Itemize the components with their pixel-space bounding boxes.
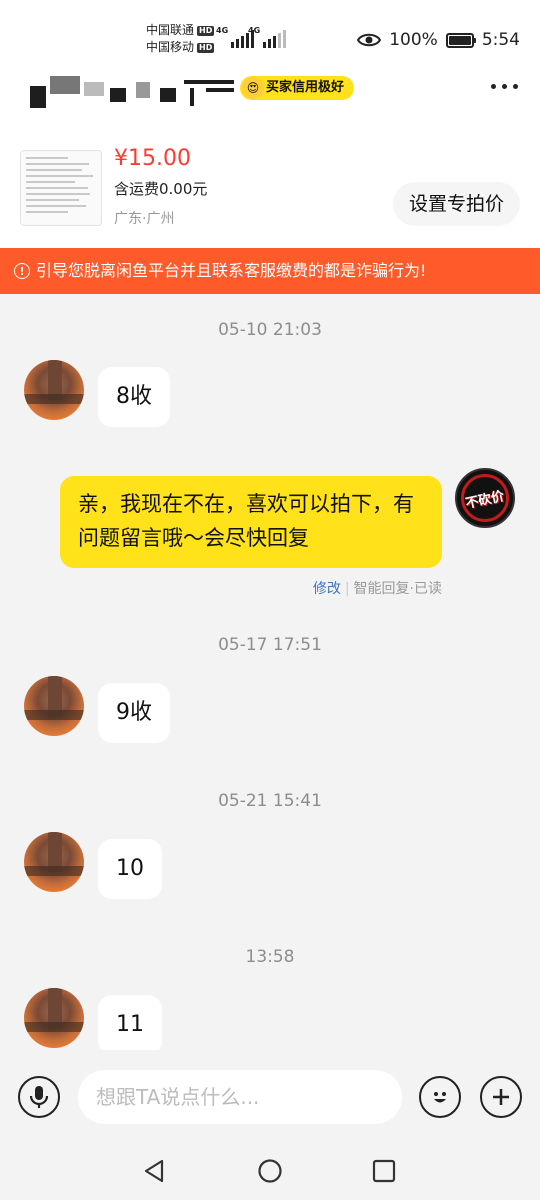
back-icon[interactable] [142,1158,166,1184]
contact-avatar[interactable] [24,676,84,736]
hd-badge: HD [197,25,215,36]
credit-badge: 😍 买家信用极好 [240,76,355,100]
timestamp: 05-10 21:03 [218,320,322,340]
input-bar: 想跟TA说点什么... [0,1050,540,1146]
contact-avatar[interactable] [24,360,84,420]
message-meta: 修改 | 智能回复·已读 [312,581,442,597]
carrier-1: 中国联通 [146,23,195,37]
chat-header: 😍 买家信用极好 [0,64,540,122]
signal-icon: 4G [248,26,287,48]
microphone-icon[interactable] [18,1076,60,1118]
product-card[interactable]: ¥15.00 含运费0.00元 广东·广州 设置专拍价 [0,122,540,248]
recents-icon[interactable] [372,1159,396,1183]
carrier-2: 中国移动 [146,40,195,54]
incoming-message: 10 [98,839,162,899]
smile-icon: 😍 [242,77,264,99]
warning-text: 引导您脱离闲鱼平台并且联系客服缴费的都是诈骗行为! [36,261,427,280]
set-price-button[interactable]: 设置专拍价 [392,182,520,226]
contact-name-redacted [30,74,236,110]
eye-icon [357,33,382,47]
timestamp: 05-17 17:51 [218,635,322,655]
fraud-warning-banner: ! 引导您脱离闲鱼平台并且联系客服缴费的都是诈骗行为! [0,248,540,294]
incoming-message: 8收 [98,367,170,427]
status-bar: 中国联通 HD 中国移动 HD 4G 4G 100% 5:54 [0,0,540,64]
warning-icon: ! [14,263,30,279]
system-nav-bar [0,1146,540,1200]
read-status: 智能回复·已读 [353,581,442,597]
outgoing-message: 亲，我现在不在，喜欢可以拍下，有问题留言哦～会尽快回复 [60,476,442,568]
timestamp: 05-21 15:41 [218,791,322,811]
clock: 5:54 [481,30,520,50]
plus-icon[interactable] [480,1076,522,1118]
chat-messages[interactable]: 05-10 21:03 8收 亲，我现在不在，喜欢可以拍下，有问题留言哦～会尽快… [0,294,540,1055]
product-thumbnail[interactable] [20,150,102,226]
edit-link[interactable]: 修改 [313,581,341,597]
credit-badge-label: 买家信用极好 [266,80,345,95]
timestamp: 13:58 [245,947,295,967]
product-price: ¥15.00 [114,146,191,171]
message-input[interactable]: 想跟TA说点什么... [78,1070,402,1124]
home-icon[interactable] [257,1158,283,1184]
contact-avatar[interactable] [24,832,84,892]
more-dots-icon[interactable] [491,84,518,89]
shipping-fee: 含运费0.00元 [114,180,208,198]
hd-badge: HD [197,42,215,53]
product-location: 广东·广州 [114,211,175,227]
incoming-message: 9收 [98,683,170,743]
battery-icon [445,32,476,48]
carrier-info: 中国联通 HD 中国移动 HD [146,22,215,56]
my-avatar[interactable]: 不砍价 [455,468,515,528]
battery-percent: 100% [389,30,438,50]
contact-avatar[interactable] [24,988,84,1048]
emoji-icon[interactable] [419,1076,461,1118]
incoming-message: 11 [98,995,162,1055]
